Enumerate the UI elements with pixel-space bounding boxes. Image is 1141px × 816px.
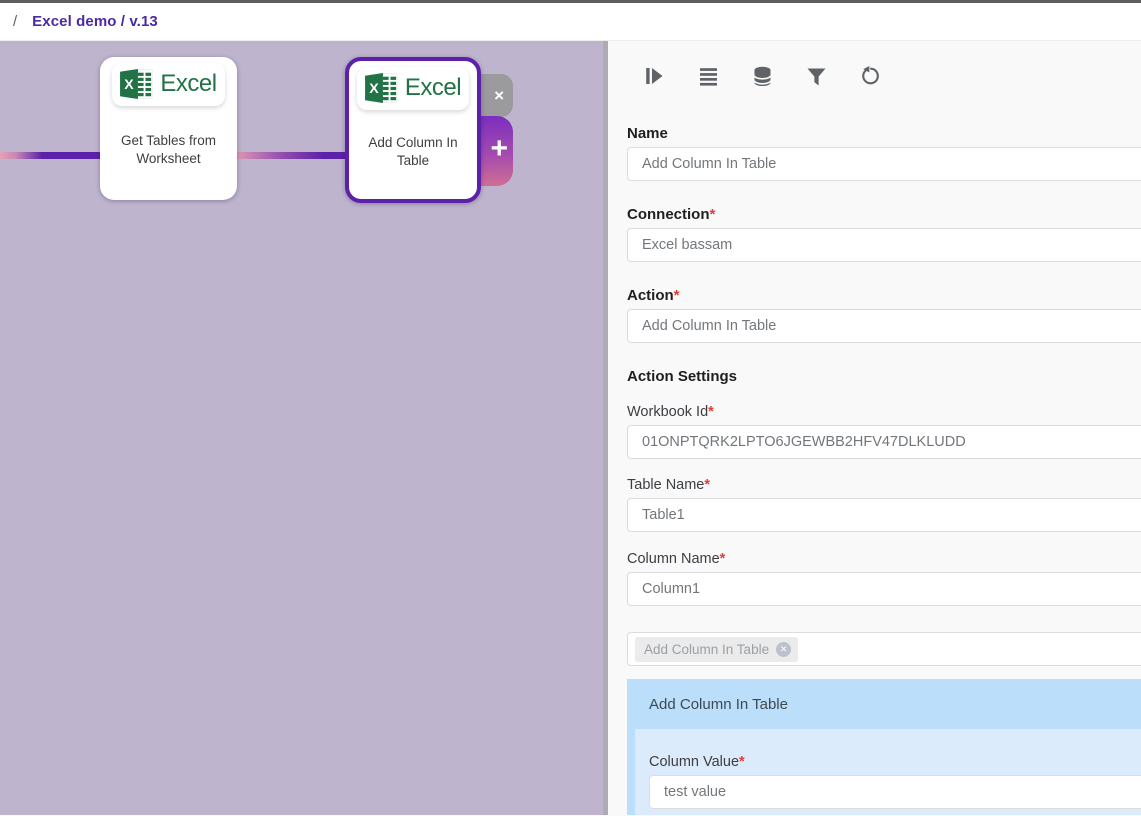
required-asterisk: * [674, 287, 680, 304]
action-chip: Add Column In Table ✕ [635, 637, 798, 662]
chip-remove-icon[interactable]: ✕ [776, 642, 791, 657]
table-name-field-group: Table Name* [627, 477, 1141, 532]
column-name-field-group: Column Name* [627, 551, 1141, 606]
excel-logo: X Excel [112, 63, 224, 106]
selected-action-chip-field[interactable]: Add Column In Table ✕ [627, 632, 1141, 666]
connection-label: Connection* [627, 206, 1141, 223]
excel-icon: X [120, 68, 154, 100]
breadcrumb-bar: / Excel demo / v.13 [0, 3, 1141, 41]
undo-icon[interactable] [859, 64, 881, 88]
card-body: Column Value* [627, 729, 1141, 815]
action-field-group: Action* [627, 287, 1141, 343]
connection-input[interactable] [627, 228, 1141, 262]
required-asterisk: * [710, 206, 716, 223]
column-name-input[interactable] [627, 572, 1141, 606]
action-input[interactable] [627, 309, 1141, 343]
name-input[interactable] [627, 147, 1141, 181]
action-settings-heading: Action Settings [627, 368, 1141, 385]
column-name-label: Column Name* [627, 551, 1141, 567]
table-name-label: Table Name* [627, 477, 1141, 493]
node-add-column-in-table-selected[interactable]: X Excel Add Column In Table [345, 57, 481, 203]
name-label: Name [627, 125, 1141, 142]
card-header: Add Column In Table [627, 679, 1141, 729]
breadcrumb[interactable]: Excel demo / v.13 [32, 13, 158, 30]
required-asterisk: * [739, 754, 745, 770]
node-title: Add Column In Table [352, 134, 474, 170]
workbook-id-input[interactable] [627, 425, 1141, 459]
required-asterisk: * [704, 477, 710, 493]
excel-wordmark: Excel [160, 72, 216, 96]
name-field-group: Name [627, 125, 1141, 181]
workflow-canvas[interactable]: × + X Excel [0, 41, 603, 815]
svg-text:X: X [125, 76, 135, 92]
required-asterisk: * [708, 404, 714, 420]
workbook-id-field-group: Workbook Id* [627, 404, 1141, 459]
excel-wordmark: Excel [405, 76, 461, 100]
excel-icon: X [365, 72, 399, 104]
action-label: Action* [627, 287, 1141, 304]
svg-text:X: X [369, 80, 379, 96]
connection-field-group: Connection* [627, 206, 1141, 262]
table-name-input[interactable] [627, 498, 1141, 532]
excel-logo: X Excel [357, 67, 469, 110]
node-config-panel: Name Connection* Action* Action Settings… [608, 41, 1141, 815]
chip-label: Add Column In Table [644, 642, 769, 657]
node-title: Get Tables from Worksheet [108, 132, 230, 168]
panel-toolbar [643, 62, 1141, 90]
run-icon[interactable] [643, 64, 665, 88]
edge-incoming [0, 152, 112, 159]
filter-icon[interactable] [805, 64, 827, 88]
breadcrumb-root-slash: / [13, 13, 17, 30]
node-get-tables-from-worksheet[interactable]: X Excel Get Tables from Worksheet [100, 57, 237, 200]
column-value-input[interactable] [649, 775, 1141, 809]
menu-icon[interactable] [697, 64, 719, 88]
required-asterisk: * [720, 551, 726, 567]
database-icon[interactable] [751, 64, 773, 88]
workbook-id-label: Workbook Id* [627, 404, 1141, 420]
column-value-label: Column Value* [649, 754, 1141, 770]
close-icon: × [494, 87, 504, 104]
plus-icon: + [490, 134, 508, 164]
action-settings-card: Add Column In Table Column Value* [627, 679, 1141, 815]
